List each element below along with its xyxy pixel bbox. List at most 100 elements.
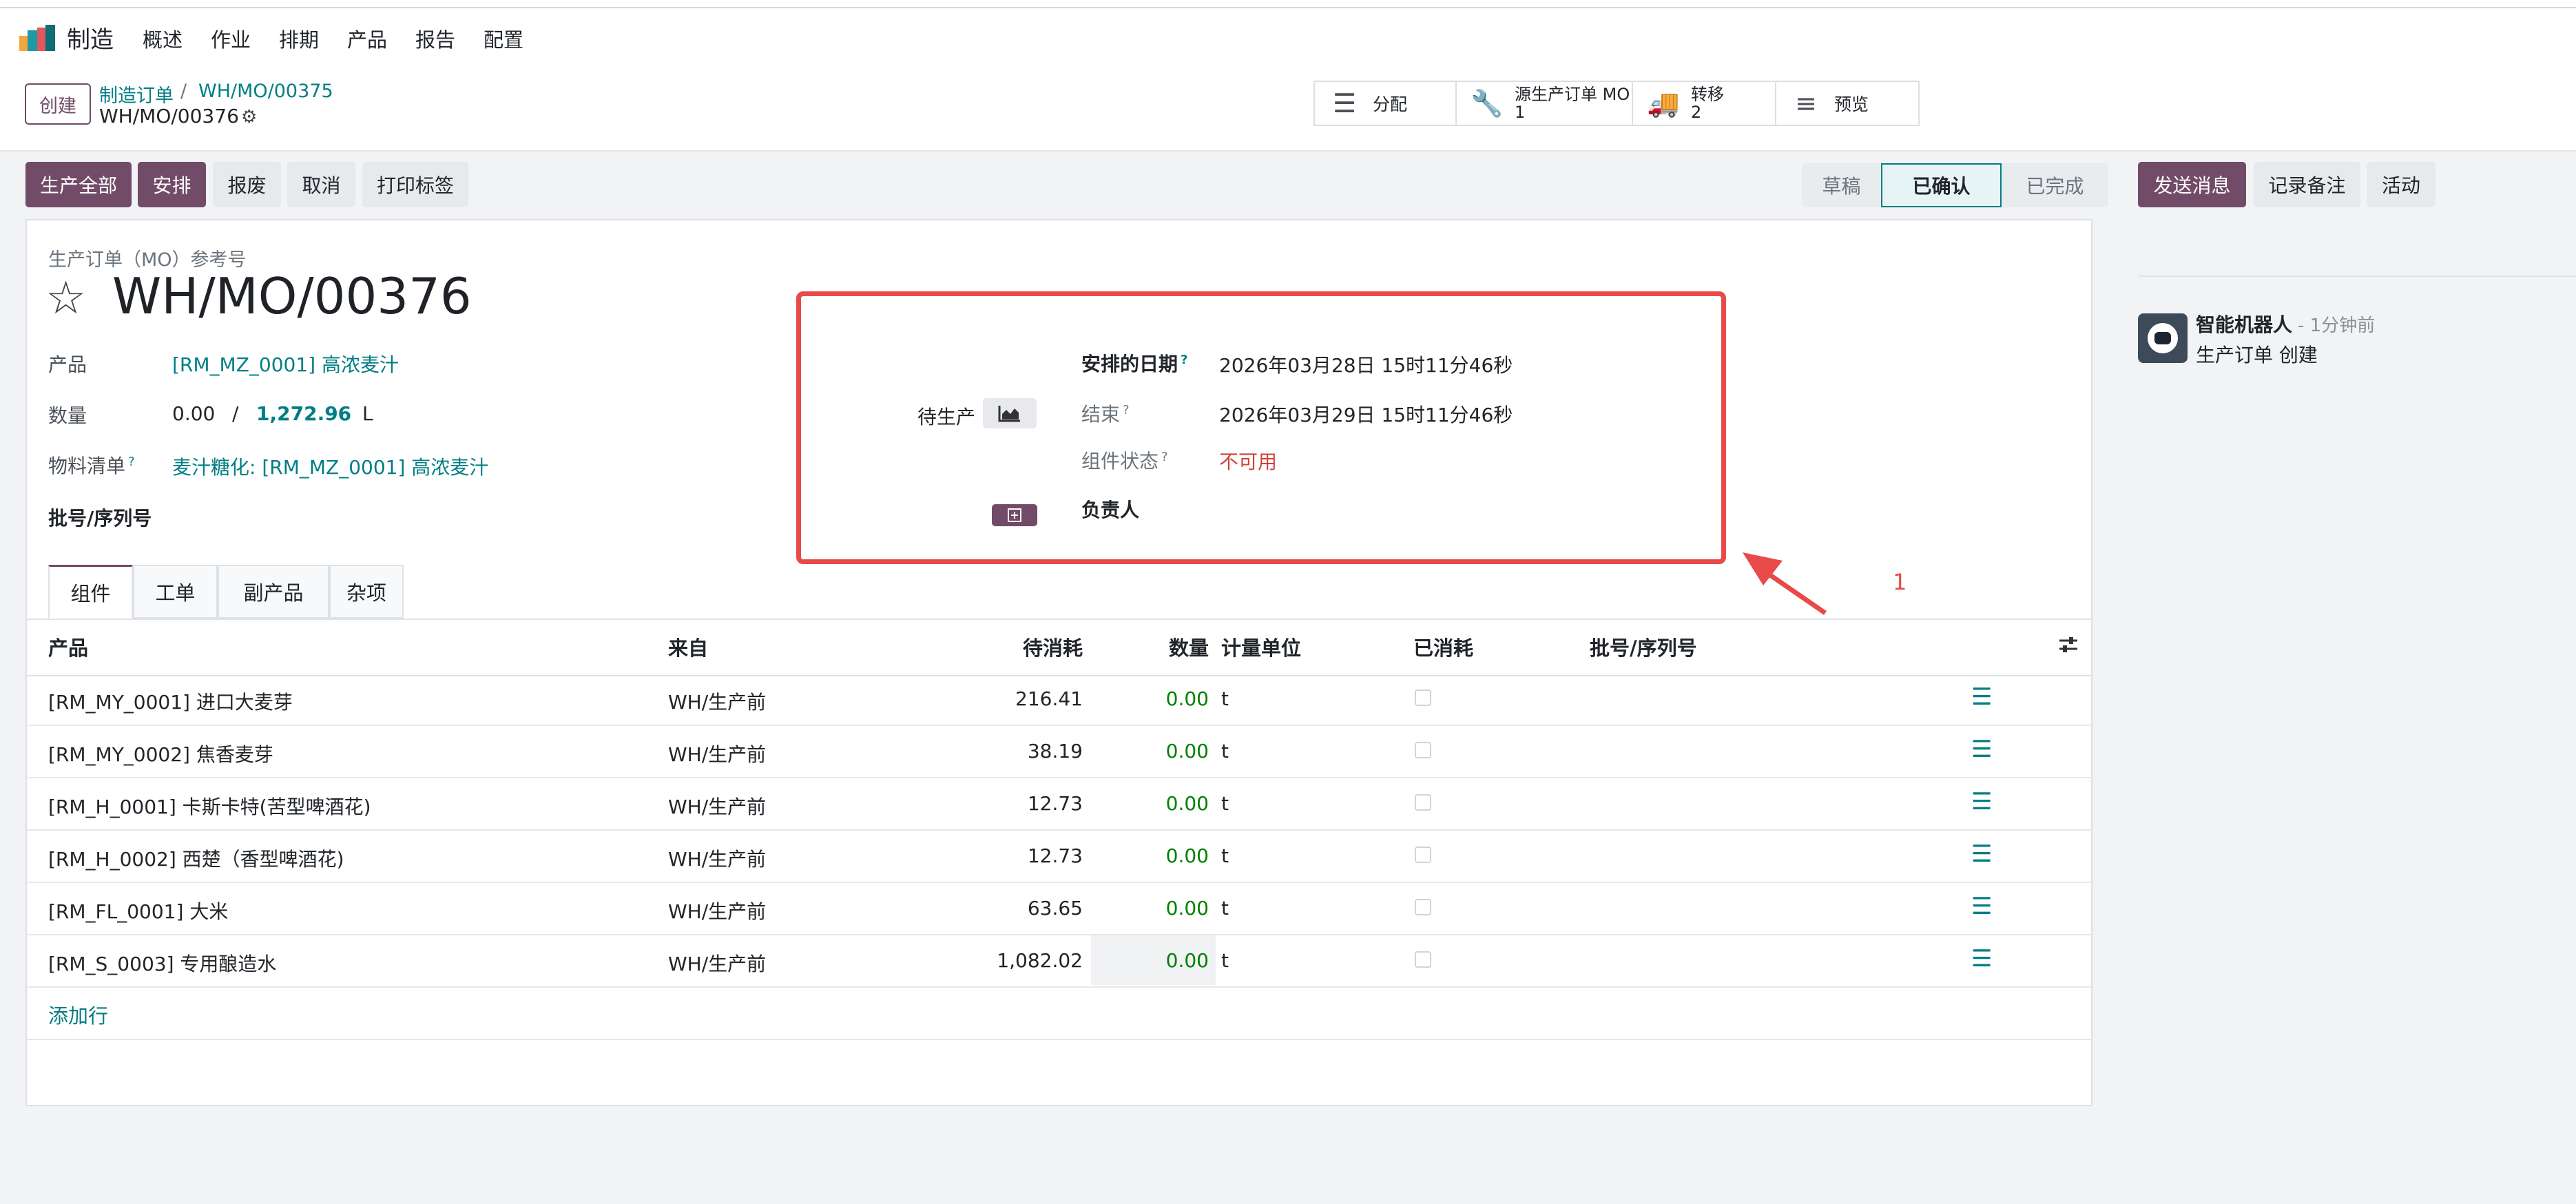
tab-by-products[interactable]: 副产品	[218, 565, 329, 619]
column-from[interactable]: 来自	[668, 632, 708, 661]
details-list-icon[interactable]: ☰	[1971, 788, 1992, 816]
send-message-button[interactable]: 发送消息	[2138, 162, 2246, 207]
preview-smart-button[interactable]: ≡ 预览	[1776, 82, 1918, 125]
bom-help-icon[interactable]: ?	[128, 455, 135, 469]
row-to-consume: 12.73	[1027, 844, 1083, 867]
column-lot-serial[interactable]: 批号/序列号	[1590, 632, 1697, 661]
details-list-icon[interactable]: ☰	[1971, 683, 1992, 711]
gear-icon[interactable]: ⚙	[241, 107, 257, 127]
row-from[interactable]: WH/生产前	[668, 792, 766, 820]
transfers-smart-button[interactable]: 🚚 转移 2	[1633, 82, 1776, 125]
transfers-count: 2	[1691, 103, 1702, 122]
row-product[interactable]: [RM_FL_0001] 大米	[48, 897, 228, 924]
details-list-icon[interactable]: ☰	[1971, 893, 1992, 920]
breadcrumb-previous-order[interactable]: WH/MO/00375	[198, 81, 333, 102]
quantity-uom[interactable]: L	[362, 402, 373, 425]
app-name[interactable]: 制造	[67, 21, 114, 54]
table-row[interactable]: [RM_H_0001] 卡斯卡特(苦型啤酒花) WH/生产前 12.73 0.0…	[27, 778, 2091, 831]
produce-all-button[interactable]: 生产全部	[25, 162, 132, 207]
tab-miscellaneous[interactable]: 杂项	[329, 565, 404, 619]
status-draft[interactable]: 草稿	[1802, 163, 1881, 207]
source-mo-smart-button[interactable]: 🔧 源生产订单 MO 1	[1457, 82, 1633, 125]
optional-columns-icon[interactable]	[2058, 635, 2079, 654]
nav-item-reporting[interactable]: 报告	[415, 24, 455, 53]
column-consumed[interactable]: 已消耗	[1413, 632, 1473, 661]
scrap-button[interactable]: 报废	[213, 162, 281, 207]
column-to-consume[interactable]: 待消耗	[945, 632, 1083, 661]
nav-item-planning[interactable]: 排期	[279, 24, 319, 53]
breadcrumb-manufacturing-orders[interactable]: 制造订单	[99, 81, 174, 107]
nav-item-products[interactable]: 产品	[347, 24, 387, 53]
row-uom[interactable]: t	[1221, 897, 1229, 920]
table-row[interactable]: [RM_MY_0002] 焦香麦芽 WH/生产前 38.19 0.00 t ☰	[27, 726, 2091, 778]
row-consumed-checkbox[interactable]	[1415, 847, 1431, 863]
row-quantity[interactable]: 0.00	[1071, 949, 1209, 972]
row-product[interactable]: [RM_H_0002] 西楚（香型啤酒花)	[48, 844, 344, 872]
star-icon[interactable]: ☆	[45, 271, 86, 324]
row-consumed-checkbox[interactable]	[1415, 951, 1431, 968]
row-quantity[interactable]: 0.00	[1071, 897, 1209, 920]
message-author[interactable]: 智能机器人	[2196, 310, 2292, 338]
quantity-total[interactable]: 1,272.96	[256, 402, 351, 425]
plan-button[interactable]: 安排	[138, 162, 206, 207]
row-consumed-checkbox[interactable]	[1415, 742, 1431, 758]
transfers-label: 转移	[1691, 85, 1724, 104]
row-from[interactable]: WH/生产前	[668, 687, 766, 715]
allocation-smart-button[interactable]: ☰ 分配	[1315, 82, 1457, 125]
row-consumed-checkbox[interactable]	[1415, 794, 1431, 811]
table-row[interactable]: [RM_FL_0001] 大米 WH/生产前 63.65 0.00 t ☰	[27, 883, 2091, 935]
activity-button[interactable]: 活动	[2367, 162, 2435, 207]
row-from[interactable]: WH/生产前	[668, 740, 766, 767]
row-from[interactable]: WH/生产前	[668, 897, 766, 924]
table-row[interactable]: [RM_H_0002] 西楚（香型啤酒花) WH/生产前 12.73 0.00 …	[27, 831, 2091, 883]
row-product[interactable]: [RM_S_0003] 专用酿造水	[48, 949, 276, 977]
message-body: 生产订单 创建	[2196, 344, 2318, 366]
source-mo-label: 源生产订单 MO	[1515, 85, 1630, 104]
row-uom[interactable]: t	[1221, 949, 1229, 972]
status-done[interactable]: 已完成	[2002, 163, 2108, 207]
tab-components[interactable]: 组件	[48, 565, 133, 619]
row-product[interactable]: [RM_MY_0002] 焦香麦芽	[48, 740, 273, 767]
list-icon: ☰	[1332, 88, 1357, 118]
nav-item-configuration[interactable]: 配置	[484, 24, 523, 53]
row-quantity[interactable]: 0.00	[1071, 740, 1209, 762]
nav-item-overview[interactable]: 概述	[143, 24, 183, 53]
quantity-done[interactable]: 0.00	[172, 402, 215, 425]
row-uom[interactable]: t	[1221, 792, 1229, 815]
column-uom[interactable]: 计量单位	[1221, 632, 1301, 661]
row-consumed-checkbox[interactable]	[1415, 689, 1431, 706]
log-note-button[interactable]: 记录备注	[2254, 162, 2360, 207]
cancel-button[interactable]: 取消	[287, 162, 355, 207]
smart-buttons: ☰ 分配 🔧 源生产订单 MO 1 🚚 转移 2 ≡ 预览	[1313, 81, 1920, 126]
row-quantity[interactable]: 0.00	[1071, 687, 1209, 710]
row-quantity[interactable]: 0.00	[1071, 792, 1209, 815]
details-list-icon[interactable]: ☰	[1971, 945, 1992, 973]
details-list-icon[interactable]: ☰	[1971, 736, 1992, 763]
add-line-link[interactable]: 添加行	[48, 1000, 108, 1029]
row-consumed-checkbox[interactable]	[1415, 899, 1431, 915]
row-product[interactable]: [RM_H_0001] 卡斯卡特(苦型啤酒花)	[48, 792, 371, 820]
column-quantity[interactable]: 数量	[1071, 632, 1209, 661]
table-row[interactable]: [RM_MY_0001] 进口大麦芽 WH/生产前 216.41 0.00 t …	[27, 674, 2091, 726]
bom-value[interactable]: 麦汁糖化: [RM_MZ_0001] 高浓麦汁	[172, 453, 488, 480]
row-uom[interactable]: t	[1221, 740, 1229, 762]
browser-edge	[0, 0, 2576, 8]
status-bar: 草稿 已确认 已完成	[1802, 163, 2108, 207]
nav-item-operations[interactable]: 作业	[211, 24, 251, 53]
row-uom[interactable]: t	[1221, 844, 1229, 867]
print-labels-button[interactable]: 打印标签	[362, 162, 468, 207]
row-product[interactable]: [RM_MY_0001] 进口大麦芽	[48, 687, 293, 715]
column-product[interactable]: 产品	[48, 632, 88, 661]
row-uom[interactable]: t	[1221, 687, 1229, 710]
row-quantity[interactable]: 0.00	[1071, 844, 1209, 867]
status-confirmed[interactable]: 已确认	[1881, 163, 2002, 207]
details-list-icon[interactable]: ☰	[1971, 840, 1992, 868]
table-row[interactable]: [RM_S_0003] 专用酿造水 WH/生产前 1,082.02 0.00 t…	[27, 935, 2091, 988]
row-from[interactable]: WH/生产前	[668, 844, 766, 872]
allocation-label: 分配	[1373, 94, 1408, 114]
manufacturing-app-logo-icon[interactable]	[19, 25, 56, 52]
tab-work-orders[interactable]: 工单	[133, 565, 218, 619]
product-value[interactable]: [RM_MZ_0001] 高浓麦汁	[172, 350, 399, 377]
row-from[interactable]: WH/生产前	[668, 949, 766, 977]
create-button[interactable]: 创建	[25, 83, 91, 125]
